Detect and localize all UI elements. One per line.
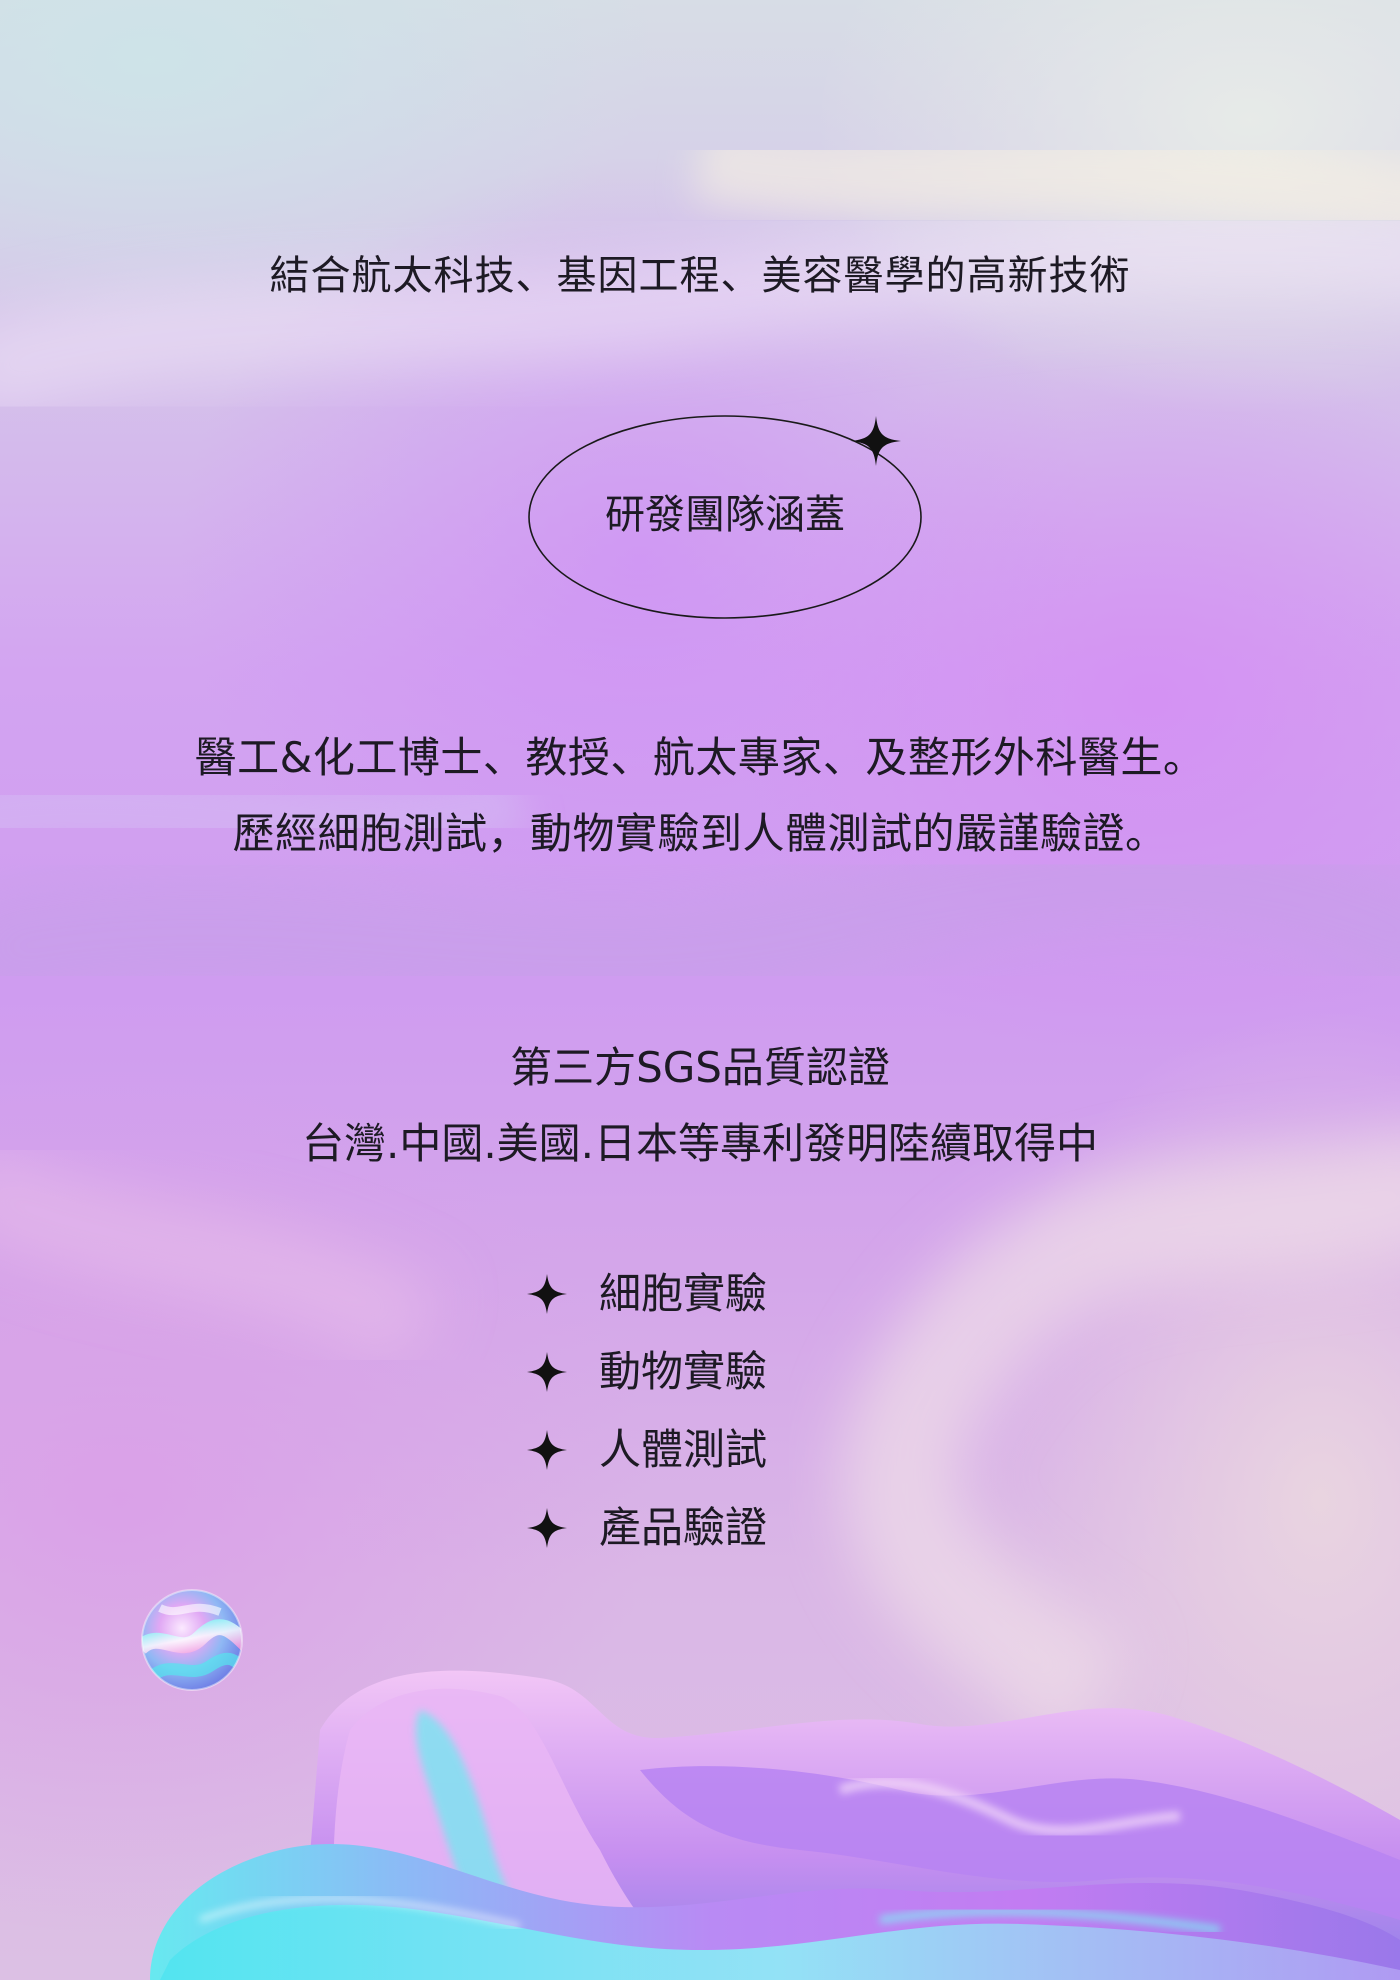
team-description: 醫工&化工博士、教授、航太專家、及整形外科醫生。 歷經細胞測試，動物實驗到人體測… <box>0 720 1400 872</box>
list-item: 人體測試 <box>525 1411 925 1489</box>
four-point-star-icon <box>527 1274 567 1314</box>
certification-line1: 第三方SGS品質認證 <box>510 1043 890 1092</box>
list-item-label: 產品驗證 <box>599 1503 768 1552</box>
list-item: 細胞實驗 <box>525 1255 925 1333</box>
team-description-line1: 醫工&化工博士、教授、航太專家、及整形外科醫生。 <box>194 733 1206 782</box>
team-badge: 研發團隊涵蓋 <box>525 412 925 622</box>
list-item: 動物實驗 <box>525 1333 925 1411</box>
certification-line2: 台灣.中國.美國.日本等專利發明陸續取得中 <box>301 1119 1099 1168</box>
team-description-line2: 歷經細胞測試，動物實驗到人體測試的嚴謹驗證。 <box>232 809 1168 858</box>
holographic-liquid-image <box>150 1670 1400 1980</box>
headline: 結合航太科技、基因工程、美容醫學的高新技術 <box>269 253 1131 299</box>
team-badge-label: 研發團隊涵蓋 <box>605 492 845 538</box>
list-item-label: 細胞實驗 <box>599 1269 768 1318</box>
list-item-label: 動物實驗 <box>599 1347 768 1396</box>
list-item: 產品驗證 <box>525 1489 925 1567</box>
list-item-label: 人體測試 <box>599 1425 768 1474</box>
four-point-star-icon <box>527 1508 567 1548</box>
four-point-star-icon <box>527 1352 567 1392</box>
four-point-star-icon <box>527 1430 567 1470</box>
checklist: 細胞實驗 動物實驗 人體測試 產品驗證 <box>525 1255 925 1567</box>
certification-block: 第三方SGS品質認證 台灣.中國.美國.日本等專利發明陸續取得中 <box>0 1030 1400 1182</box>
content-layer: 結合航太科技、基因工程、美容醫學的高新技術 研發團隊涵蓋 醫工&化工博士、教授、… <box>0 0 1400 1980</box>
sparkle-icon <box>851 416 901 466</box>
